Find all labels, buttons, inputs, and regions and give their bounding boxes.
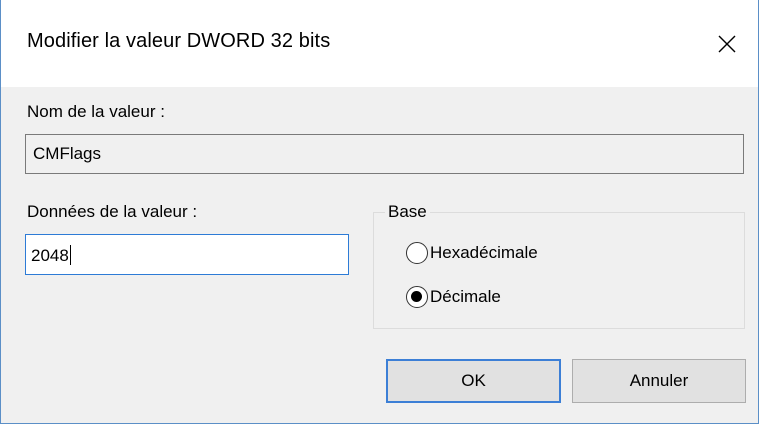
ok-button[interactable]: OK	[386, 359, 561, 403]
radio-decimal-label: Décimale	[430, 287, 501, 306]
dialog-title: Modifier la valeur DWORD 32 bits	[27, 30, 331, 52]
close-button[interactable]	[707, 24, 747, 64]
base-groupbox	[373, 212, 745, 329]
value-data-text: 2048	[31, 246, 69, 265]
value-name-label: Nom de la valeur :	[27, 102, 165, 121]
value-data-label: Données de la valeur :	[27, 202, 198, 221]
radio-selected-dot	[411, 291, 422, 302]
radio-hexadecimal-label: Hexadécimale	[430, 243, 538, 262]
radio-decimal-circle[interactable]	[406, 286, 428, 308]
cancel-button[interactable]: Annuler	[572, 359, 746, 403]
text-caret	[69, 245, 71, 265]
close-icon	[718, 35, 736, 53]
base-legend: Base	[385, 202, 430, 222]
value-data-input[interactable]: 2048	[25, 234, 349, 275]
edit-dword-dialog: Modifier la valeur DWORD 32 bits Nom de …	[0, 0, 759, 424]
radio-hexadecimal[interactable]: Hexadécimale	[406, 242, 538, 264]
title-bar: Modifier la valeur DWORD 32 bits	[1, 0, 758, 87]
value-name-field: CMFlags	[25, 134, 744, 174]
radio-decimal[interactable]: Décimale	[406, 286, 501, 308]
radio-hexadecimal-circle[interactable]	[406, 242, 428, 264]
